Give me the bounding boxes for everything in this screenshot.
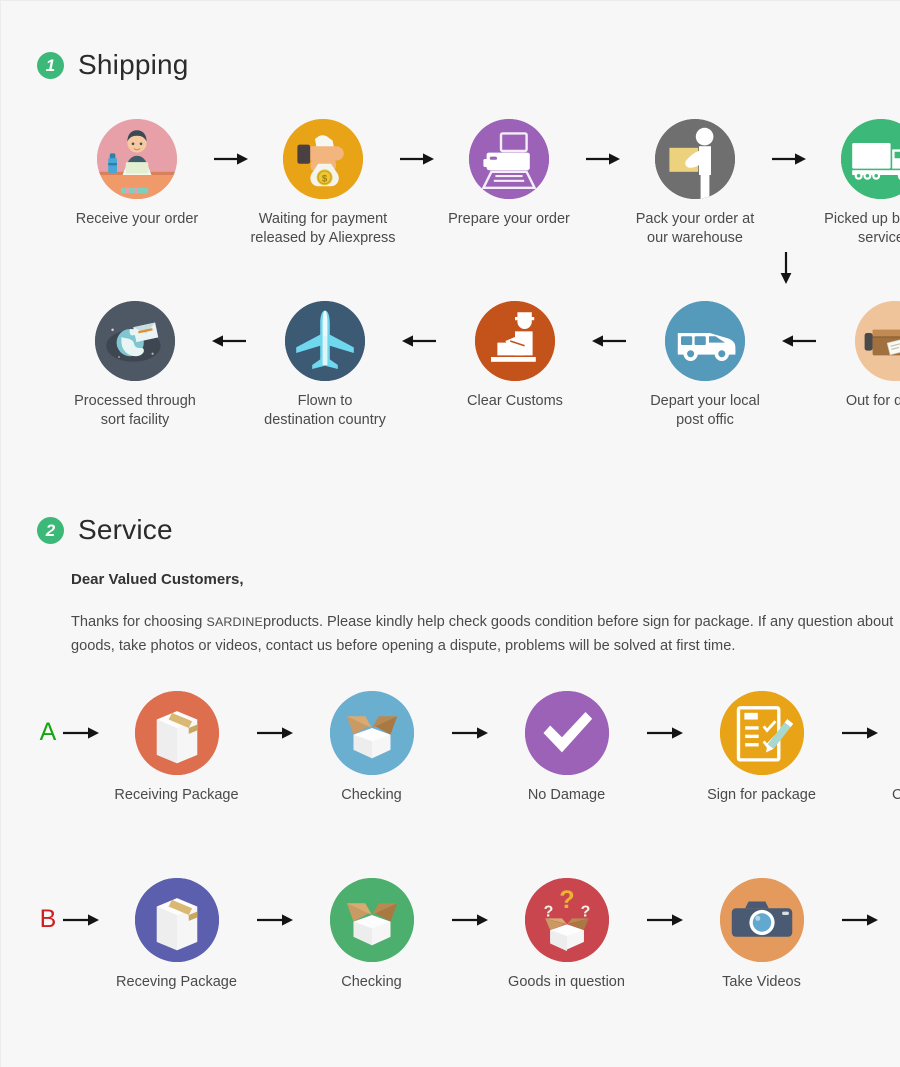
shipping-flow-row-2: Processed through sort facility Flown to de…	[59, 301, 900, 430]
arrow-right-icon	[61, 878, 99, 962]
flow-step-caption: Flown to destination country	[264, 393, 386, 429]
flow-step: Take Videos	[684, 878, 839, 992]
service-section-heading: 2 Service	[37, 514, 173, 546]
flow-step-caption: Picked up by mail service	[824, 211, 900, 247]
flow-letter-b: B	[39, 905, 57, 933]
flow-step-caption: Pack your order at our warehouse	[635, 211, 755, 247]
service-title: Service	[78, 514, 173, 545]
flow-step: Receiving Package	[99, 691, 254, 805]
flow-step-caption: Receiving Package	[114, 787, 239, 803]
arrow-right-icon	[840, 691, 878, 775]
flow-step: Sign for package	[684, 691, 839, 805]
page-title: Shipping	[78, 49, 189, 80]
flow-step: Pack your order at our warehouse	[621, 119, 769, 248]
flow-step: Checking	[294, 691, 449, 805]
service-flow-row-b: B Receving Package Checking??? Goods in que…	[35, 878, 900, 1011]
arrow-left-icon	[212, 301, 248, 381]
section-number-badge: 2	[37, 516, 64, 544]
flow-step-caption: No Damage	[527, 787, 606, 803]
flow-step-caption: Depart your local post offic	[650, 393, 760, 429]
printer-icon	[469, 119, 549, 199]
shipping-section-heading: 1 Shipping	[37, 49, 189, 81]
flow-step-caption: Take Videos	[722, 974, 801, 990]
delivery-van-icon	[665, 301, 745, 381]
svg-text:$: $	[322, 173, 328, 184]
flow-step: Depart your local post offic	[629, 301, 781, 430]
arrow-right-icon	[450, 878, 488, 962]
brand-name: SARDINE	[206, 615, 263, 629]
flow-step: Flown to destination country	[249, 301, 401, 430]
flow-step: No Damage	[489, 691, 644, 805]
question-box-icon: ???	[524, 878, 609, 962]
service-flow-row-a: A Receiving Package Checking No Damage Sign …	[35, 691, 900, 805]
arrow-right-icon	[450, 691, 488, 775]
flow-step: Out for delivery	[819, 301, 900, 411]
shipping-flow-row-1: Receive your order $ Waiting for payment re…	[63, 119, 900, 248]
camera-icon	[719, 878, 804, 962]
flow-step: Picked up by mail service	[807, 119, 900, 248]
flow-step-caption: Sign for package	[707, 787, 816, 803]
arrow-left-icon	[592, 301, 628, 381]
flow-letter-a: A	[39, 718, 57, 746]
arrow-right-icon	[584, 119, 620, 199]
arrow-right-icon	[212, 119, 248, 199]
flow-step: Prepare your order	[435, 119, 583, 229]
arrow-right-icon	[61, 691, 99, 775]
flow-step-caption: Receving Package	[116, 974, 237, 990]
svg-text:?: ?	[543, 904, 553, 921]
body-prefix: Thanks for choosing	[71, 614, 207, 630]
flow-step-caption: Waiting for payment released by Aliexpres…	[250, 211, 396, 247]
arrow-right-icon	[645, 878, 683, 962]
globe-mail-icon	[95, 301, 175, 381]
open-package-icon	[855, 301, 900, 381]
arrow-right-icon	[645, 691, 683, 775]
product-description-page: 1 Shipping Receive your order $ Waiting fo…	[0, 0, 900, 1067]
arrow-down-icon	[775, 251, 797, 290]
arrow-right-icon	[840, 878, 878, 962]
flow-step: $$Confirm problem,refund money	[879, 878, 900, 1011]
sealed-box-icon	[134, 691, 219, 775]
flow-step-caption: Clear Customs	[467, 393, 563, 409]
flow-step-caption: Checking	[341, 787, 402, 803]
arrow-right-icon	[398, 119, 434, 199]
flow-step-caption: Out for delivery	[845, 393, 900, 409]
flow-step-caption: Goods in question	[508, 974, 625, 990]
flow-step-caption: Prepare your order	[448, 211, 570, 227]
sealed-box-icon	[134, 878, 219, 962]
arrow-right-icon	[255, 878, 293, 962]
service-body-text: Thanks for choosing SARDINEproducts. Ple…	[71, 611, 900, 658]
flow-step: $ Waiting for payment released by Aliexpre…	[249, 119, 397, 248]
flow-step-caption: Checking	[341, 974, 402, 990]
hand-money-bag-icon: $	[283, 119, 363, 199]
section-number-badge: 1	[37, 51, 64, 79]
flow-step: Checking	[294, 878, 449, 992]
flow-step-caption: Processed through sort facility	[74, 393, 196, 429]
open-carton-icon	[329, 691, 414, 775]
person-at-desk-icon	[97, 119, 177, 199]
delivery-truck-icon	[841, 119, 900, 199]
open-carton-icon	[329, 878, 414, 962]
flow-step: Clear Customs	[439, 301, 591, 411]
svg-text:?: ?	[580, 904, 590, 921]
arrow-left-icon	[782, 301, 818, 381]
flow-step: ??? Goods in question	[489, 878, 644, 992]
worker-with-box-icon	[655, 119, 735, 199]
airplane-icon	[285, 301, 365, 381]
flow-step-caption: Receive your order	[75, 211, 199, 227]
svg-text:?: ?	[559, 886, 574, 914]
arrow-right-icon	[770, 119, 806, 199]
checkmark-icon	[524, 691, 609, 775]
customs-officer-icon	[475, 301, 555, 381]
arrow-left-icon	[402, 301, 438, 381]
flow-step: Receive your order	[63, 119, 211, 229]
greeting-text: Dear Valued Customers,	[71, 571, 244, 588]
flow-step: Receving Package	[99, 878, 254, 992]
flow-step: Processed through sort facility	[59, 301, 211, 430]
flow-step-caption: Confirm the delivery	[892, 787, 900, 803]
arrow-right-icon	[255, 691, 293, 775]
flow-step: Confirm the delivery	[879, 691, 900, 805]
signed-document-icon	[719, 691, 804, 775]
